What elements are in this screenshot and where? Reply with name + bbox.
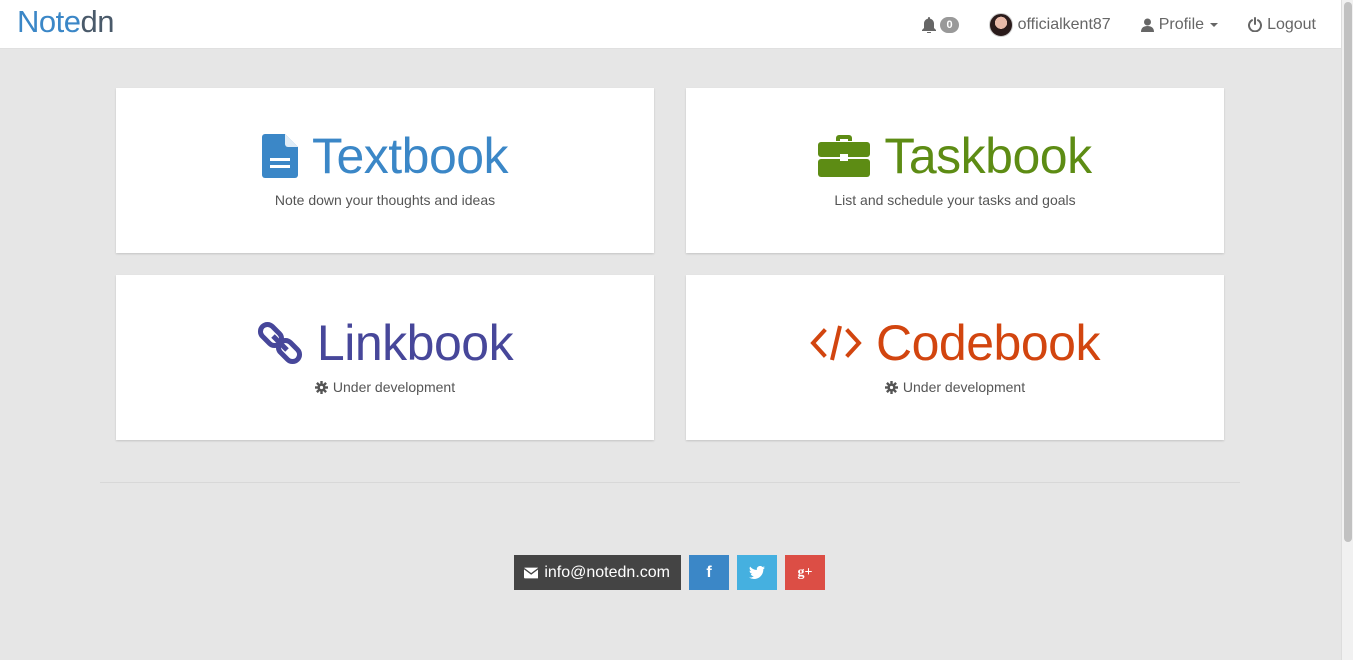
- card-title: Textbook: [311, 128, 509, 184]
- briefcase-icon: [818, 135, 871, 177]
- section-divider: [100, 482, 1240, 483]
- power-icon: [1248, 17, 1263, 32]
- nav-right: 0 officialkent87 Profile Logout: [922, 0, 1316, 49]
- card-description: Under development: [116, 379, 654, 395]
- user-icon: [1140, 18, 1154, 32]
- card-title: Codebook: [876, 315, 1100, 371]
- user-menu[interactable]: officialkent87: [988, 12, 1111, 37]
- notifications-button[interactable]: 0: [922, 16, 959, 33]
- textbook-card[interactable]: Textbook Note down your thoughts and ide…: [116, 88, 654, 253]
- file-icon: [261, 134, 298, 178]
- card-description: List and schedule your tasks and goals: [834, 192, 1076, 208]
- envelope-icon: [524, 567, 539, 578]
- taskbook-card[interactable]: Taskbook List and schedule your tasks an…: [686, 88, 1224, 253]
- facebook-icon: f: [706, 563, 712, 581]
- twitter-icon: [749, 566, 765, 579]
- logout-label: Logout: [1267, 15, 1316, 33]
- brand-logo[interactable]: Notedn: [17, 2, 114, 42]
- card-header: Codebook: [686, 315, 1224, 371]
- username-label: officialkent87: [1017, 15, 1111, 33]
- card-header: Textbook: [116, 128, 654, 184]
- card-header: Taskbook: [686, 128, 1224, 184]
- bell-icon: [922, 16, 937, 33]
- profile-dropdown[interactable]: Profile: [1140, 15, 1219, 34]
- top-navbar: Notedn 0 officialkent87 Profile Logout: [0, 0, 1341, 49]
- gear-icon: [314, 380, 328, 394]
- gear-icon: [884, 380, 898, 394]
- caret-down-icon: [1210, 22, 1219, 27]
- googleplus-icon: g+: [797, 564, 813, 580]
- scrollbar-thumb[interactable]: [1344, 2, 1352, 542]
- googleplus-button[interactable]: g+: [785, 555, 825, 590]
- facebook-button[interactable]: f: [689, 555, 729, 590]
- link-icon: [257, 321, 302, 365]
- logout-button[interactable]: Logout: [1248, 16, 1316, 34]
- notifications-badge: 0: [940, 16, 959, 33]
- card-description: Under development: [686, 379, 1224, 395]
- avatar: [988, 12, 1013, 37]
- email-label: info@notedn.com: [544, 563, 670, 581]
- email-button[interactable]: info@notedn.com: [514, 555, 681, 590]
- card-header: Linkbook: [116, 315, 654, 371]
- linkbook-card[interactable]: Linkbook Under development: [116, 275, 654, 440]
- footer-links: info@notedn.com f g+: [514, 555, 825, 590]
- card-description: Note down your thoughts and ideas: [274, 192, 496, 208]
- code-icon: [810, 325, 862, 361]
- page-scrollbar[interactable]: [1341, 0, 1353, 660]
- profile-label: Profile: [1158, 15, 1205, 33]
- twitter-button[interactable]: [737, 555, 777, 590]
- card-title: Taskbook: [884, 128, 1092, 184]
- card-title: Linkbook: [316, 315, 514, 371]
- codebook-card[interactable]: Codebook Under development: [686, 275, 1224, 440]
